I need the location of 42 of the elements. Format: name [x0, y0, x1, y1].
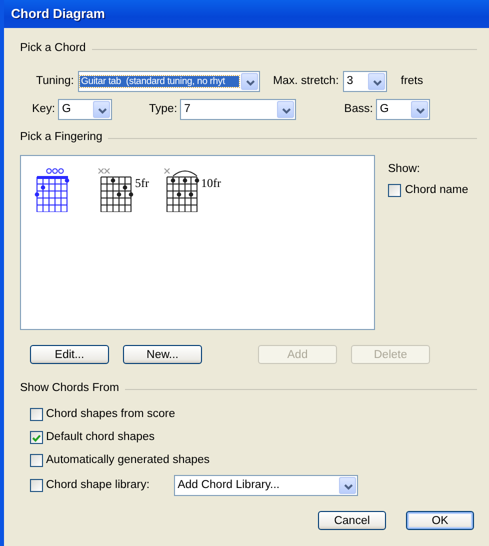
button[interactable]: Edit... — [30, 345, 109, 364]
field-label: Key: — [32, 102, 56, 116]
checkbox-label: Chord shape library: — [46, 478, 150, 492]
checkbox-label: Automatically generated shapes — [46, 454, 210, 468]
chord-diagram-drawing[interactable] — [97, 166, 135, 212]
dropdown[interactable]: G — [58, 99, 112, 120]
fret-label: 10fr — [201, 176, 221, 190]
caret-icon[interactable] — [368, 73, 385, 90]
show-label: Show: — [388, 163, 421, 177]
checkbox[interactable] — [388, 184, 401, 198]
chord-diagram-drawing[interactable] — [163, 166, 201, 212]
caret-icon[interactable] — [410, 101, 428, 118]
dropdown[interactable]: G — [376, 99, 430, 120]
unit-label: frets — [400, 74, 424, 88]
dropdown[interactable]: Guitar tab (standard tuning, no rhyt — [78, 71, 260, 92]
checkbox[interactable] — [30, 454, 43, 467]
field-label: Tuning: — [36, 74, 74, 88]
button[interactable]: New... — [123, 345, 202, 364]
dropdown[interactable]: 7 — [180, 99, 296, 120]
caret-icon[interactable] — [338, 477, 356, 494]
field-label: Type: — [149, 102, 178, 116]
checkbox[interactable] — [30, 431, 43, 444]
checkbox-label: Default chord shapes — [46, 430, 155, 444]
checkbox[interactable] — [30, 408, 43, 421]
chord-diagram-drawing[interactable] — [33, 166, 71, 212]
window-title: Chord Diagram — [11, 6, 105, 22]
caret-icon[interactable] — [240, 73, 258, 90]
caret-icon[interactable] — [93, 101, 110, 118]
field-label: Bass: — [344, 102, 373, 116]
dropdown[interactable]: Add Chord Library... — [174, 475, 358, 496]
group-heading: Show Chords From — [20, 382, 120, 396]
checkbox-label: Chord name — [405, 184, 468, 198]
checkbox-label: Chord shapes from score — [46, 408, 176, 422]
button[interactable]: OK — [406, 511, 474, 530]
group-heading: Pick a Chord — [20, 42, 86, 56]
checkbox[interactable] — [30, 479, 43, 492]
button[interactable]: Cancel — [318, 511, 386, 530]
fret-label: 5fr — [135, 176, 149, 190]
field-label: Max. stretch: — [272, 74, 339, 88]
group-heading: Pick a Fingering — [20, 131, 102, 145]
dropdown[interactable]: 3 — [342, 71, 387, 92]
caret-icon[interactable] — [277, 101, 294, 118]
